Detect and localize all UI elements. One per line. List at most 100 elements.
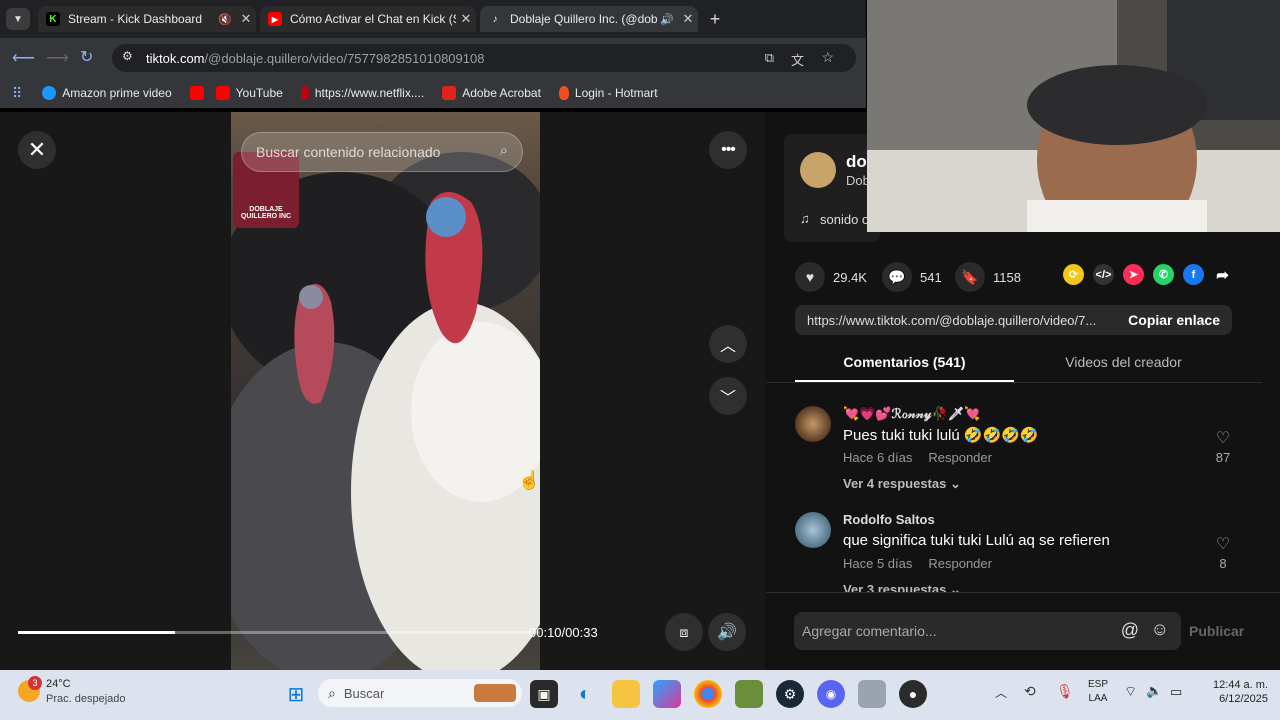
obs-icon[interactable]: ● [899, 680, 927, 708]
sound-name[interactable]: sonido o [820, 212, 869, 227]
install-app-icon[interactable]: ⧉ [765, 50, 774, 66]
edge-browser-icon[interactable]: ◐ [571, 680, 599, 708]
task-view-icon[interactable]: ▣ [530, 680, 558, 708]
volume-button[interactable]: 🔊 [708, 613, 746, 651]
bookmark-youtube[interactable]: YouTube [215, 86, 283, 100]
comment-time: Hace 5 días [843, 556, 913, 571]
minecraft-icon[interactable] [735, 680, 763, 708]
translate-icon[interactable]: 文 [791, 50, 804, 69]
taskbar-search-label: Buscar [343, 685, 385, 701]
view-replies-button[interactable]: Ver 3 respuestas ⌄ [843, 582, 961, 592]
steam-icon[interactable]: ⚙ [776, 680, 804, 708]
like-stat[interactable]: ♥ 29.4K [795, 262, 867, 292]
bookmark-icon: 🔖 [955, 262, 985, 292]
input-language[interactable]: ESP LAA [1086, 678, 1110, 706]
close-tab-icon[interactable]: ✕ [456, 11, 476, 27]
video-progress-track[interactable] [18, 631, 540, 634]
whatsapp-icon[interactable]: ✆ [1153, 264, 1174, 285]
bookmark-label: Amazon prime video [62, 86, 172, 100]
wifi-icon[interactable]: ⌔ [1124, 683, 1137, 701]
commenter-name[interactable]: 💘💗💕ℛℴ𝓃𝓃𝓎🥀🗡💘 [843, 406, 980, 422]
close-video-button[interactable]: ✕ [18, 131, 56, 169]
mouse-cursor-icon: ☝ [518, 470, 541, 490]
commenter-avatar[interactable] [795, 406, 831, 442]
start-windows-icon[interactable]: ⊞ [282, 680, 310, 708]
webcam-frame-illustration [867, 0, 1280, 232]
bookmark-hotmart[interactable]: Login - Hotmart [558, 86, 658, 100]
url-field[interactable]: ⚙ tiktok.com/@doblaje.quillero/video/757… [112, 44, 856, 72]
clock[interactable]: 12:44 a. m. 6/12/2025 [1188, 678, 1268, 706]
video-player[interactable]: DOBLAJE QUILLERO INC [231, 112, 540, 670]
bookmark-amazon[interactable]: Amazon prime video [42, 86, 172, 100]
game-launcher-icon[interactable] [858, 680, 886, 708]
comment-like-icon[interactable]: ♡ [1211, 534, 1235, 554]
url-path: /@doblaje.quillero/video/757798285101080… [204, 50, 485, 66]
floating-player-button[interactable]: ⧈ [665, 613, 703, 651]
bookmark-netflix[interactable]: https://www.netflix.... [300, 86, 424, 100]
search-icon: ⌕ [328, 684, 336, 701]
forward-arrow-icon[interactable]: ⟶ [46, 48, 69, 68]
commenter-name[interactable]: Rodolfo Saltos [843, 512, 935, 527]
bookmark-star-icon[interactable]: ☆ [821, 49, 834, 66]
tabs-divider [766, 382, 1262, 383]
taskbar-search-box[interactable]: ⌕ Buscar [318, 679, 522, 707]
send-to-friends-icon[interactable]: ➤ [1123, 264, 1144, 285]
publish-button[interactable]: Publicar [1189, 623, 1244, 639]
previous-video-button[interactable]: ︿ [709, 325, 747, 363]
next-video-button[interactable]: ﹀ [709, 377, 747, 415]
mention-icon[interactable]: @ [1121, 620, 1139, 641]
search-icon[interactable]: ⌕ [500, 142, 508, 159]
speaker-icon[interactable]: 🔊 [660, 13, 678, 26]
discord-icon[interactable]: ◉ [817, 680, 845, 708]
emoji-icon[interactable]: ☺ [1151, 619, 1169, 640]
reload-icon[interactable]: ↻ [80, 47, 93, 67]
language-code: ESP [1087, 679, 1108, 690]
weather-widget[interactable]: 3 24°C Prac. despejado [18, 676, 158, 712]
related-search-field[interactable]: Buscar contenido relacionado ⌕ [241, 132, 523, 172]
new-tab-button[interactable]: + [704, 8, 726, 30]
reply-button[interactable]: Responder [928, 450, 992, 465]
watermark-text: DOBLAJE QUILLERO INC [240, 206, 292, 220]
save-stat[interactable]: 🔖 1158 [955, 262, 1021, 292]
tab-list-button[interactable]: ▼ [6, 8, 30, 30]
microphone-icon[interactable]: 🎙 [1056, 683, 1074, 700]
comment-like-icon[interactable]: ♡ [1211, 428, 1235, 448]
tab-comments[interactable]: Comentarios (541) [795, 354, 1014, 370]
bookmark-youtube-folder[interactable] [189, 86, 210, 100]
tray-overflow-icon[interactable]: ︿ [995, 684, 1007, 701]
tab-tiktok-active[interactable]: ♪ Doblaje Quillero Inc. (@dob 🔊 ✕ [480, 6, 698, 32]
weather-desc: Prac. despejado [46, 693, 126, 705]
copilot-icon[interactable] [653, 680, 681, 708]
file-explorer-icon[interactable] [612, 680, 640, 708]
tab-creator-videos[interactable]: Videos del creador [1014, 354, 1233, 370]
site-settings-icon[interactable]: ⚙ [122, 49, 133, 63]
comment-input[interactable]: Agregar comentario... @ ☺ [794, 612, 1181, 650]
comment-text: Pues tuki tuki lulú 🤣🤣🤣🤣 [843, 427, 1039, 444]
volume-tray-icon[interactable]: 🔈 [1146, 683, 1162, 699]
copy-link-button[interactable]: Copiar enlace [1128, 312, 1232, 328]
tab-youtube-chat[interactable]: ▶ Cómo Activar el Chat en Kick (S ✕ [260, 6, 476, 32]
url-host: tiktok.com [146, 50, 205, 66]
close-tab-icon[interactable]: ✕ [236, 11, 256, 27]
sync-icon[interactable]: ⟲ [1024, 683, 1036, 700]
video-link-text[interactable]: https://www.tiktok.com/@doblaje.quillero… [795, 313, 1115, 328]
repost-icon[interactable]: ⟳ [1063, 264, 1084, 285]
close-tab-icon[interactable]: ✕ [678, 11, 698, 27]
view-replies-button[interactable]: Ver 4 respuestas ⌄ [843, 476, 961, 492]
comment-stat[interactable]: 💬 541 [882, 262, 942, 292]
bookmark-adobe[interactable]: Adobe Acrobat [442, 86, 541, 100]
speaker-muted-icon[interactable]: 🔇 [218, 13, 236, 26]
reply-button[interactable]: Responder [928, 556, 992, 571]
commenter-avatar[interactable] [795, 512, 831, 548]
facebook-icon[interactable]: f [1183, 264, 1204, 285]
tab-title: Cómo Activar el Chat en Kick (S [290, 12, 456, 26]
creator-avatar[interactable] [800, 152, 836, 188]
chrome-icon[interactable] [694, 680, 722, 708]
tab-kick-dashboard[interactable]: K Stream - Kick Dashboard 🔇 ✕ [38, 6, 256, 32]
share-arrow-icon[interactable]: ➦ [1212, 264, 1233, 285]
apps-grid-icon[interactable]: ⠿ [12, 85, 22, 102]
back-arrow-icon[interactable]: ⟵ [12, 48, 35, 68]
more-options-button[interactable]: ••• [709, 131, 747, 169]
embed-code-icon[interactable]: </> [1093, 264, 1114, 285]
battery-icon[interactable]: ▭ [1170, 684, 1182, 700]
